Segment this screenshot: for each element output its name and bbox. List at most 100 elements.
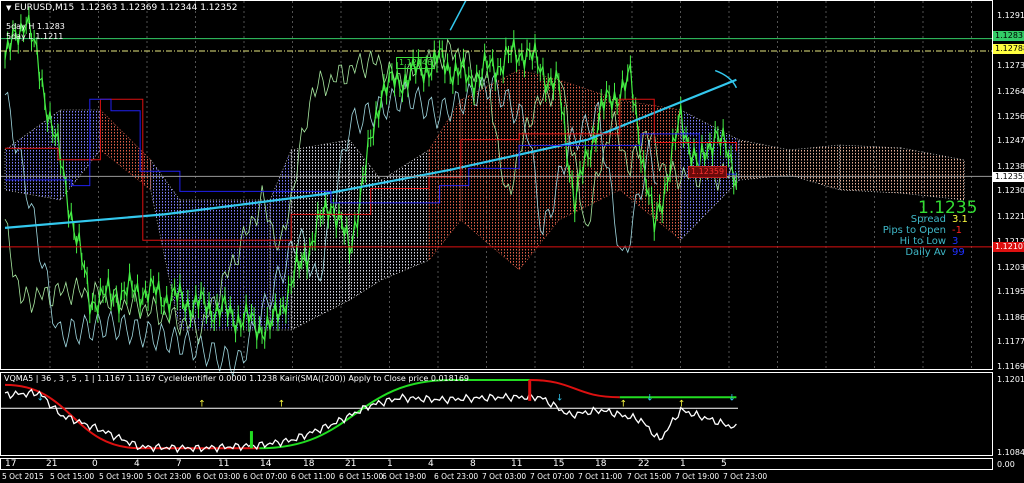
date-label: 7 Oct 07:00: [530, 472, 575, 481]
signal-segment: [259, 379, 451, 450]
cloud-segment: [738, 139, 790, 181]
hour-label: 7: [176, 459, 182, 469]
cloud-segment: [789, 144, 841, 191]
price-tick: 1.11690: [997, 361, 1024, 371]
date-label: 6 Oct 03:00: [196, 472, 241, 481]
date-label: 7 Oct 19:00: [675, 472, 720, 481]
red-price-tag: 1.12359: [688, 166, 728, 178]
hour-label: 5: [721, 459, 727, 469]
ohlc-values: 1.12363 1.12369 1.12344 1.12352: [79, 3, 238, 13]
info-row: Hi to Low 3: [880, 236, 970, 247]
hour-label: 11: [218, 459, 230, 469]
down-arrow-icon: ↓: [728, 393, 736, 403]
cloud-segment: [4, 109, 62, 201]
cloud-segment: [428, 98, 462, 262]
five-day-high-label: 5day H 1.1283: [6, 22, 65, 31]
price-tick: 1.12560: [997, 111, 1024, 121]
date-label: 5 Oct 15:00: [50, 472, 95, 481]
date-label: 7 Oct 03:00: [482, 472, 527, 481]
hour-label: 17: [5, 459, 17, 469]
sma-upper-line: [449, 0, 467, 31]
up-arrow-icon: ↑: [678, 399, 686, 409]
price-tick: 1.12910: [997, 10, 1024, 20]
cloud-segment: [349, 138, 382, 301]
hour-label: 22: [638, 459, 650, 469]
cloud-segment: [839, 144, 902, 194]
price-tick: 1.12035: [997, 262, 1024, 272]
info-label: Hi to Low: [899, 236, 946, 247]
info-row: Pips to Open -1: [880, 225, 970, 236]
price-tick: 1.12735: [997, 61, 1024, 71]
cloud-segment: [60, 109, 101, 201]
hour-label: 15: [553, 459, 565, 469]
date-label: 7 Oct 11:00: [578, 472, 623, 481]
cloud-segment: [900, 147, 965, 201]
date-label: 7 Oct 15:00: [627, 472, 672, 481]
date-label: 5 Oct 23:00: [147, 472, 192, 481]
date-label: 6 Oct 15:00: [339, 472, 384, 481]
info-row: Spread 3.1: [880, 214, 970, 225]
date-label: 6 Oct 23:00: [434, 472, 479, 481]
low-price-box: 1.12107: [993, 242, 1024, 252]
cloud-segment: [380, 149, 430, 281]
info-row: Daily Av 99: [880, 247, 970, 258]
hour-label: 21: [46, 459, 58, 469]
bid-price-box: 1.12352: [993, 172, 1024, 182]
collapse-triangle-icon[interactable]: ▼: [6, 4, 11, 12]
price-chart[interactable]: ↓ ↓ ↓ ↓ ↑ ↑ ↑ ↑: [0, 0, 1024, 483]
info-label: Daily Av: [905, 247, 946, 258]
price-tick: 1.12475: [997, 136, 1024, 145]
sub-bottom-label: 1.1084: [997, 448, 1024, 457]
hour-label: 21: [345, 459, 357, 469]
down-arrow-icon: ↓: [556, 393, 564, 403]
date-label: 6 Oct 11:00: [291, 472, 336, 481]
sub-top-label: 1.1201: [997, 375, 1024, 384]
hour-label: 0: [92, 459, 98, 469]
info-label: Pips to Open: [882, 225, 946, 236]
cloud-segment: [619, 99, 682, 241]
oscillator-header: VQMA5 | 36 , 3 , 5 , 1 | 1.1167 1.1167 C…: [4, 374, 469, 383]
symbol-label: EURUSD,M15: [14, 3, 75, 13]
five-day-low-label: 5day L 1.1211: [6, 32, 64, 41]
hour-label: 14: [260, 459, 272, 469]
hour-label: 1: [680, 459, 686, 469]
up-arrow-icon: ↑: [278, 399, 286, 409]
info-value: 3: [952, 236, 959, 247]
hour-label: 18: [303, 459, 315, 469]
signal-segment: [4, 383, 141, 450]
hour-label: 4: [428, 459, 434, 469]
price-tick: 1.11950: [997, 287, 1024, 297]
yellow-price-box: 1.12788: [993, 44, 1024, 54]
hour-label: 18: [595, 459, 607, 469]
hour-label: 1: [387, 459, 393, 469]
info-value: 3.1: [952, 214, 968, 225]
info-label: Spread: [910, 214, 946, 225]
date-label: 6 Oct 07:00: [243, 472, 288, 481]
sub-zero-label: 0.00: [997, 460, 1015, 469]
oscillator-plot: ↓ ↓ ↓ ↓ ↑ ↑ ↑ ↑: [1, 378, 738, 454]
price-tick: 1.11860: [997, 312, 1024, 322]
price-tick: 1.12300: [997, 186, 1024, 196]
high-price-box: 1.12831: [993, 31, 1024, 41]
price-tick: 1.12645: [997, 87, 1024, 97]
chart-header: ▼ EURUSD,M15 1.12363 1.12369 1.12344 1.12…: [6, 3, 237, 13]
green-price-tag: 1.12746: [396, 57, 436, 69]
hour-strip-frame: [0, 458, 993, 470]
cloud-segment: [150, 158, 181, 331]
date-label: 5 Oct 19:00: [99, 472, 144, 481]
price-tick: 1.11775: [997, 337, 1024, 347]
date-label: 5 Oct 2015: [2, 472, 44, 481]
date-label: 7 Oct 23:00: [723, 472, 768, 481]
date-label: 6 Oct 19:00: [382, 472, 427, 481]
up-arrow-icon: ↑: [198, 399, 206, 409]
down-arrow-icon: ↓: [646, 393, 654, 403]
info-value: -1: [952, 225, 962, 236]
sub-frame: [0, 372, 993, 456]
sma-hook: [714, 69, 738, 89]
hour-label: 11: [511, 459, 523, 469]
price-tick: 1.12210: [997, 212, 1024, 222]
price-tick: 1.12385: [997, 161, 1024, 171]
up-arrow-icon: ↑: [619, 399, 627, 409]
down-arrow-icon: ↓: [36, 393, 44, 403]
info-value: 99: [952, 247, 965, 258]
